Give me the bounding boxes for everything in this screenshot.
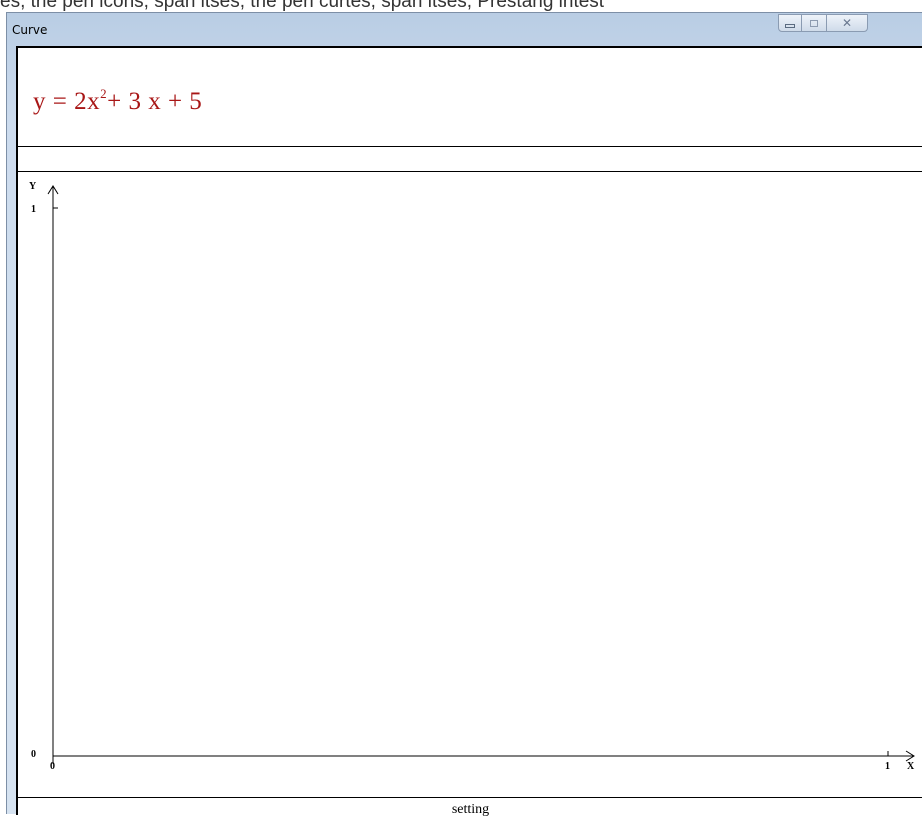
graph-canvas: Y 1 0 0 1 X bbox=[29, 181, 915, 772]
graph-area: Y 1 0 0 1 X bbox=[18, 172, 922, 799]
window-title: Curve bbox=[12, 23, 48, 37]
maximize-button[interactable] bbox=[802, 14, 826, 32]
y-max-tick-label: 1 bbox=[31, 204, 36, 215]
y-axis-label: Y bbox=[29, 181, 37, 192]
formula-rhs: + 3 x + 5 bbox=[107, 88, 203, 115]
title-bar[interactable]: Curve ✕ bbox=[7, 13, 922, 46]
x-max-tick-label: 1 bbox=[885, 761, 890, 772]
caption-buttons: ✕ bbox=[778, 14, 868, 32]
maximize-icon bbox=[810, 19, 818, 27]
client-area: y = 2x2+ 3 x + 5 Y 1 0 0 1 X setting bbox=[16, 46, 922, 817]
x-origin-tick-label: 0 bbox=[50, 761, 55, 772]
y-origin-tick-label: 0 bbox=[31, 749, 36, 760]
x-axis-label: X bbox=[907, 761, 915, 772]
setting-bar: setting bbox=[18, 797, 922, 817]
close-icon: ✕ bbox=[841, 16, 853, 30]
setting-button[interactable]: setting bbox=[452, 802, 489, 817]
formula-panel: y = 2x2+ 3 x + 5 bbox=[18, 48, 922, 147]
toolbar-strip bbox=[18, 147, 922, 172]
close-button[interactable]: ✕ bbox=[826, 14, 868, 32]
curve-window: Curve ✕ y = 2x2+ 3 x + 5 Y 1 0 0 1 X set… bbox=[6, 12, 922, 817]
formula-lhs: y = 2x bbox=[33, 88, 101, 115]
minimize-button[interactable] bbox=[778, 14, 802, 32]
minimize-icon bbox=[785, 23, 795, 28]
formula-text: y = 2x2+ 3 x + 5 bbox=[33, 86, 202, 116]
